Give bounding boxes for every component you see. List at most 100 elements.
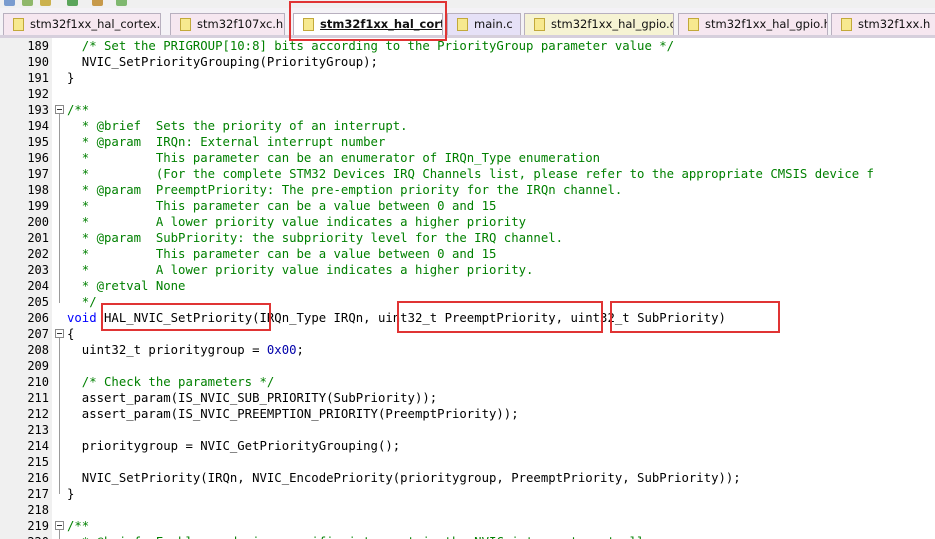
line-number: 189 <box>27 39 49 53</box>
code-text: * This parameter can be a value between … <box>67 198 497 214</box>
code-line: 208 uint32_t prioritygroup = 0x00; <box>0 342 935 358</box>
code-editor[interactable]: 189 /* Set the PRIGROUP[10:8] bits accor… <box>0 38 935 539</box>
code-text: * @brief Sets the priority of an interru… <box>67 118 408 134</box>
toolbar-build-icon[interactable] <box>92 0 103 6</box>
line-number: 199 <box>27 199 49 213</box>
code-keyword: void <box>67 311 97 325</box>
tab-main-c[interactable]: main.c <box>447 13 521 35</box>
tab-stm32f1xx-hal-gpio-c[interactable]: stm32f1xx_hal_gpio.c <box>524 13 674 35</box>
code-text: * This parameter can be a value between … <box>67 246 497 262</box>
collapse-icon[interactable] <box>55 329 64 338</box>
code-line: 194 * @brief Sets the priority of an int… <box>0 118 935 134</box>
line-number: 198 <box>27 183 49 197</box>
file-icon <box>534 18 545 31</box>
code-text: prioritygroup = NVIC_GetPriorityGrouping… <box>67 438 400 454</box>
line-number: 216 <box>27 471 49 485</box>
tab-stm32f1xx-h[interactable]: stm32f1xx.h <box>831 13 935 35</box>
code-text: /* Set the PRIGROUP[10:8] bits according… <box>67 38 674 54</box>
toolbar-rebuild-icon[interactable] <box>116 0 127 6</box>
line-number: 219 <box>27 519 49 533</box>
line-number: 220 <box>0 534 49 539</box>
file-icon <box>180 18 191 31</box>
code-text: /** <box>67 518 89 534</box>
code-comment: * @param IRQn: External interrupt number <box>67 135 386 149</box>
code-text: * @param IRQn: External interrupt number <box>67 134 386 150</box>
code-line: 189 /* Set the PRIGROUP[10:8] bits accor… <box>0 38 935 54</box>
tab-label: stm32f1xx_hal_cortex.c <box>320 17 442 31</box>
line-number: 200 <box>27 215 49 229</box>
code-token: NVIC_SetPriority(IRQn, NVIC_EncodePriori… <box>67 471 741 485</box>
code-comment: /** <box>67 519 90 533</box>
code-line: 205 */ <box>0 294 935 310</box>
code-line: 204 * @retval None <box>0 278 935 294</box>
code-text: * @brief Enables a device specific inter… <box>67 534 667 539</box>
collapse-icon[interactable] <box>55 105 64 114</box>
line-number: 201 <box>27 231 49 245</box>
toolbar-new-icon[interactable] <box>4 0 15 6</box>
code-token: assert_param(IS_NVIC_SUB_PRIORITY(SubPri… <box>67 391 438 405</box>
code-line: 215 <box>0 454 935 470</box>
code-text: uint32_t prioritygroup = 0x00; <box>67 342 304 358</box>
code-text: /* Check the parameters */ <box>67 374 275 390</box>
line-number: 217 <box>27 487 49 501</box>
tab-stm32f1xx-hal-cortex-c[interactable]: stm32f1xx_hal_cortex.c <box>293 13 443 35</box>
code-line: 209 <box>0 358 935 374</box>
tab-label: main.c <box>474 17 513 31</box>
code-line: 210 /* Check the parameters */ <box>0 374 935 390</box>
code-comment: * @brief Sets the priority of an interru… <box>67 119 408 133</box>
code-comment: * @retval None <box>67 279 186 293</box>
line-number: 206 <box>27 311 49 325</box>
code-comment: /** <box>67 103 90 117</box>
code-text: * (For the complete STM32 Devices IRQ Ch… <box>67 166 874 182</box>
code-token: } <box>67 71 75 85</box>
code-comment: * @brief Enables a device specific inter… <box>67 535 667 539</box>
line-number: 211 <box>27 391 49 405</box>
file-tab-bar: stm32f1xx_hal_cortex.h stm32f107xc.h stm32… <box>0 8 935 38</box>
collapse-icon[interactable] <box>55 521 64 530</box>
toolbar-open-icon[interactable] <box>22 0 33 6</box>
toolbar-check-icon[interactable] <box>67 0 78 6</box>
code-line: 211 assert_param(IS_NVIC_SUB_PRIORITY(Su… <box>0 390 935 406</box>
code-comment: * A lower priority value indicates a hig… <box>67 263 534 277</box>
code-line: 206 void HAL_NVIC_SetPriority(IRQn_Type I… <box>0 310 935 326</box>
line-number: 203 <box>27 263 49 277</box>
tab-stm32f1xx-hal-cortex-h[interactable]: stm32f1xx_hal_cortex.h <box>3 13 161 35</box>
tab-label: stm32f1xx.h <box>858 17 931 31</box>
code-line: 190 NVIC_SetPriorityGrouping(PriorityGro… <box>0 54 935 70</box>
code-line: 193 /** <box>0 102 935 118</box>
line-number: 207 <box>27 327 49 341</box>
code-comment: * This parameter can be an enumerator of… <box>67 151 601 165</box>
line-number: 205 <box>27 295 49 309</box>
line-number: 196 <box>27 151 49 165</box>
toolbar-save-icon[interactable] <box>40 0 51 6</box>
code-comment: * A lower priority value indicates a hig… <box>67 215 527 229</box>
file-icon <box>303 18 314 31</box>
toolbar <box>0 0 935 8</box>
tab-stm32f1xx-hal-gpio-h[interactable]: stm32f1xx_hal_gpio.h <box>678 13 828 35</box>
code-comment: * This parameter can be a value between … <box>67 247 497 261</box>
code-line: 212 assert_param(IS_NVIC_PREEMPTION_PRIO… <box>0 406 935 422</box>
tab-stm32f107xc-h[interactable]: stm32f107xc.h <box>170 13 285 35</box>
code-text: assert_param(IS_NVIC_PREEMPTION_PRIORITY… <box>67 406 519 422</box>
tab-label: stm32f1xx_hal_gpio.h <box>705 17 828 31</box>
code-line: 219 /** <box>0 518 935 534</box>
line-number: 212 <box>27 407 49 421</box>
line-number: 218 <box>27 503 49 517</box>
code-text: NVIC_SetPriorityGrouping(PriorityGroup); <box>67 54 378 70</box>
code-line: 202 * This parameter can be a value betw… <box>0 246 935 262</box>
code-text: * @param PreemptPriority: The pre-emptio… <box>67 182 622 198</box>
line-number: 208 <box>27 343 49 357</box>
code-line: 195 * @param IRQn: External interrupt nu… <box>0 134 935 150</box>
code-text: * @retval None <box>67 278 186 294</box>
code-line: 199 * This parameter can be a value betw… <box>0 198 935 214</box>
code-lines: 189 /* Set the PRIGROUP[10:8] bits accor… <box>0 38 935 539</box>
code-text: /** <box>67 102 89 118</box>
code-line: 218 <box>0 502 935 518</box>
code-comment: * (For the complete STM32 Devices IRQ Ch… <box>67 167 874 181</box>
code-text: } <box>67 486 74 502</box>
code-line: 192 <box>0 86 935 102</box>
line-number: 193 <box>27 103 49 117</box>
code-text: * A lower priority value indicates a hig… <box>67 214 526 230</box>
code-text: { <box>67 326 74 342</box>
tab-label: stm32f1xx_hal_gpio.c <box>551 17 674 31</box>
